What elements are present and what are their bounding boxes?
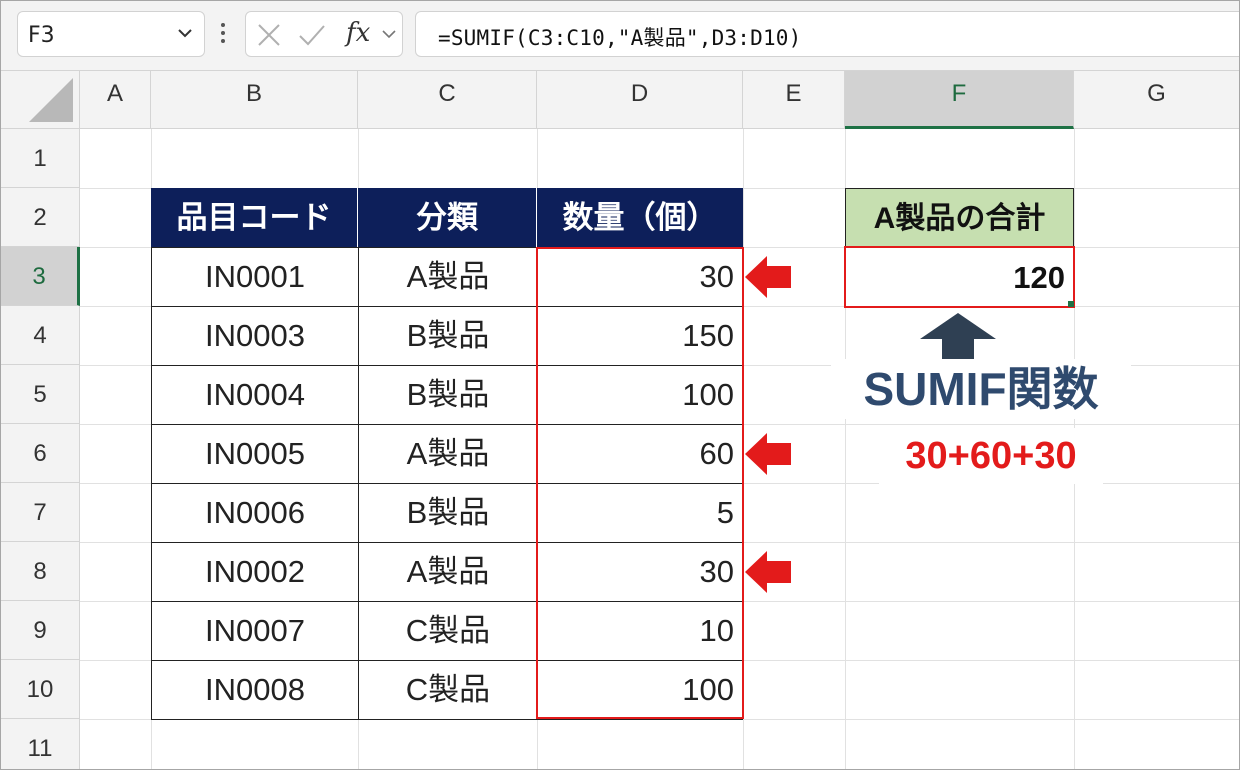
column-header-f[interactable]: F: [845, 71, 1074, 129]
table-cell-code[interactable]: IN0008: [151, 660, 359, 720]
table-header-category[interactable]: 分類: [358, 188, 537, 247]
table-cell-category[interactable]: B製品: [358, 306, 538, 366]
table-cell-category[interactable]: A製品: [358, 424, 538, 484]
row-header-10[interactable]: 10: [1, 660, 80, 719]
column-header-b[interactable]: B: [151, 71, 358, 129]
formula-input[interactable]: =SUMIF(C3:C10,"A製品",D3:D10): [415, 11, 1239, 57]
row-header-4[interactable]: 4: [1, 306, 80, 365]
name-box[interactable]: F3: [17, 11, 205, 57]
column-header-c[interactable]: C: [358, 71, 537, 129]
row-header-6[interactable]: 6: [1, 424, 80, 483]
cancel-icon[interactable]: [256, 22, 282, 48]
qty-range-highlight: [536, 247, 744, 719]
sum-expression-annotation: 30+60+30: [879, 428, 1103, 484]
function-name-annotation: SUMIF関数: [831, 359, 1131, 419]
table-header-qty[interactable]: 数量（個）: [537, 188, 743, 247]
name-box-value: F3: [28, 23, 55, 48]
row-header-3[interactable]: 3: [1, 247, 80, 306]
column-header-e[interactable]: E: [743, 71, 845, 129]
summary-result-cell[interactable]: 120: [844, 246, 1075, 308]
table-cell-category[interactable]: A製品: [358, 247, 538, 307]
left-arrow-icon: [745, 256, 791, 298]
table-header-code[interactable]: 品目コード: [151, 188, 358, 247]
chevron-down-icon[interactable]: [381, 26, 397, 42]
table-cell-code[interactable]: IN0005: [151, 424, 359, 484]
table-cell-category[interactable]: B製品: [358, 365, 538, 425]
column-header-g[interactable]: G: [1074, 71, 1239, 129]
table-cell-code[interactable]: IN0004: [151, 365, 359, 425]
column-header-a[interactable]: A: [80, 71, 151, 129]
formula-text: =SUMIF(C3:C10,"A製品",D3:D10): [438, 26, 802, 50]
insert-function-icon[interactable]: fx: [346, 18, 370, 48]
row-header-9[interactable]: 9: [1, 601, 80, 660]
table-cell-category[interactable]: C製品: [358, 601, 538, 661]
summary-label[interactable]: A製品の合計: [845, 188, 1074, 247]
worksheet-grid: A B C D E F G 1 2 3 4 5 6 7 8 9 10 11 品目…: [1, 71, 1239, 769]
formula-bar-area: F3 fx =SUMIF(C3:C10,"A製品",D3:D10): [1, 1, 1239, 71]
fill-handle[interactable]: [1068, 301, 1074, 307]
row-header-1[interactable]: 1: [1, 129, 80, 188]
row-header-2[interactable]: 2: [1, 188, 80, 247]
select-all-button[interactable]: [1, 71, 80, 129]
row-header-7[interactable]: 7: [1, 483, 80, 542]
left-arrow-icon: [745, 551, 791, 593]
left-arrow-icon: [745, 433, 791, 475]
more-options-icon[interactable]: [220, 23, 226, 45]
row-header-11[interactable]: 11: [1, 719, 80, 769]
formula-controls: fx: [245, 11, 403, 57]
row-header-8[interactable]: 8: [1, 542, 80, 601]
table-cell-code[interactable]: IN0006: [151, 483, 359, 543]
spreadsheet-window: F3 fx =SUMIF(C3:C10,"A製品",D3:D10) A B C …: [0, 0, 1240, 770]
chevron-down-icon[interactable]: [176, 24, 194, 42]
column-header-d[interactable]: D: [537, 71, 743, 129]
table-cell-category[interactable]: A製品: [358, 542, 538, 602]
up-arrow-icon: [920, 313, 996, 361]
table-cell-code[interactable]: IN0001: [151, 247, 359, 307]
confirm-icon[interactable]: [298, 22, 326, 48]
row-header-5[interactable]: 5: [1, 365, 80, 424]
table-cell-code[interactable]: IN0007: [151, 601, 359, 661]
table-cell-code[interactable]: IN0002: [151, 542, 359, 602]
table-cell-category[interactable]: B製品: [358, 483, 538, 543]
table-cell-category[interactable]: C製品: [358, 660, 538, 720]
table-cell-code[interactable]: IN0003: [151, 306, 359, 366]
